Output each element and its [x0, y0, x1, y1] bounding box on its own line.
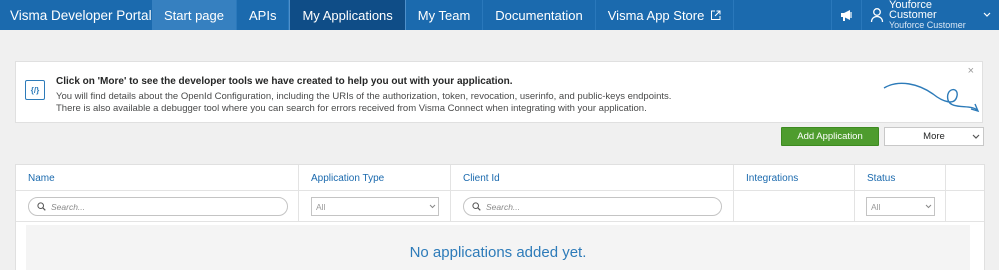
- info-title: Click on 'More' to see the developer too…: [56, 76, 513, 87]
- name-search-input[interactable]: [51, 201, 287, 212]
- column-header-client-id[interactable]: Client Id: [451, 165, 734, 191]
- nav-apis[interactable]: APIs: [237, 0, 290, 30]
- applications-table: Name Application Type Client Id Integrat…: [15, 164, 985, 270]
- user-area: Youforce Customer Youforce Customer: [831, 0, 999, 30]
- add-application-button[interactable]: Add Application: [781, 127, 879, 146]
- application-type-select-value: All: [316, 201, 326, 212]
- notifications-button[interactable]: [831, 0, 861, 30]
- code-icon: {/}: [25, 80, 45, 100]
- info-line-1: You will find details about the OpenId C…: [56, 91, 672, 102]
- chevron-down-icon: [426, 204, 438, 209]
- client-id-search-input[interactable]: [486, 201, 721, 212]
- swirl-arrow-icon: [881, 76, 981, 119]
- search-icon: [472, 202, 481, 211]
- megaphone-icon: [839, 7, 855, 23]
- status-select[interactable]: All: [866, 197, 935, 216]
- info-line-2: There is also available a debugger tool …: [56, 103, 647, 114]
- chevron-down-icon: [983, 12, 991, 18]
- filter-cell-application-type: All: [299, 191, 451, 222]
- nav-visma-app-store[interactable]: Visma App Store: [596, 0, 735, 30]
- client-id-search-field[interactable]: [463, 197, 722, 216]
- filter-cell-integrations: [734, 191, 855, 222]
- nav-documentation[interactable]: Documentation: [483, 0, 596, 30]
- application-type-select[interactable]: All: [311, 197, 439, 216]
- top-navigation: Visma Developer Portal Start page APIs M…: [0, 0, 999, 30]
- nav-visma-app-store-label: Visma App Store: [607, 7, 705, 23]
- table-header: Name Application Type Client Id Integrat…: [16, 165, 984, 191]
- filter-row: All All: [16, 191, 984, 222]
- more-button-label: More: [923, 131, 945, 142]
- filter-cell-name: [16, 191, 299, 222]
- column-header-status[interactable]: Status: [855, 165, 946, 191]
- column-header-integrations[interactable]: Integrations: [734, 165, 855, 191]
- chevron-down-icon: [922, 204, 934, 209]
- search-icon: [37, 202, 46, 211]
- external-link-icon: [710, 10, 721, 21]
- filter-cell-status: All: [855, 191, 946, 222]
- status-select-value: All: [871, 201, 881, 212]
- name-search-field[interactable]: [28, 197, 288, 216]
- brand-title[interactable]: Visma Developer Portal: [0, 0, 152, 30]
- chevron-down-icon: [969, 134, 983, 140]
- user-names: Youforce Customer Youforce Customer: [889, 0, 979, 30]
- nav-my-applications[interactable]: My Applications: [289, 0, 406, 30]
- more-button[interactable]: More: [884, 127, 984, 146]
- user-menu[interactable]: Youforce Customer Youforce Customer: [861, 0, 999, 30]
- empty-state-message: No applications added yet.: [26, 225, 970, 270]
- developer-tools-info-panel: {/} Click on 'More' to see the developer…: [15, 61, 983, 123]
- user-icon: [870, 7, 884, 23]
- user-name: Youforce Customer: [889, 0, 937, 21]
- user-organization: Youforce Customer: [889, 20, 966, 30]
- column-header-name[interactable]: Name: [16, 165, 299, 191]
- filter-cell-client-id: [451, 191, 734, 222]
- nav-my-team[interactable]: My Team: [406, 0, 484, 30]
- nav-start-page[interactable]: Start page: [152, 0, 237, 30]
- column-header-application-type[interactable]: Application Type: [299, 165, 451, 191]
